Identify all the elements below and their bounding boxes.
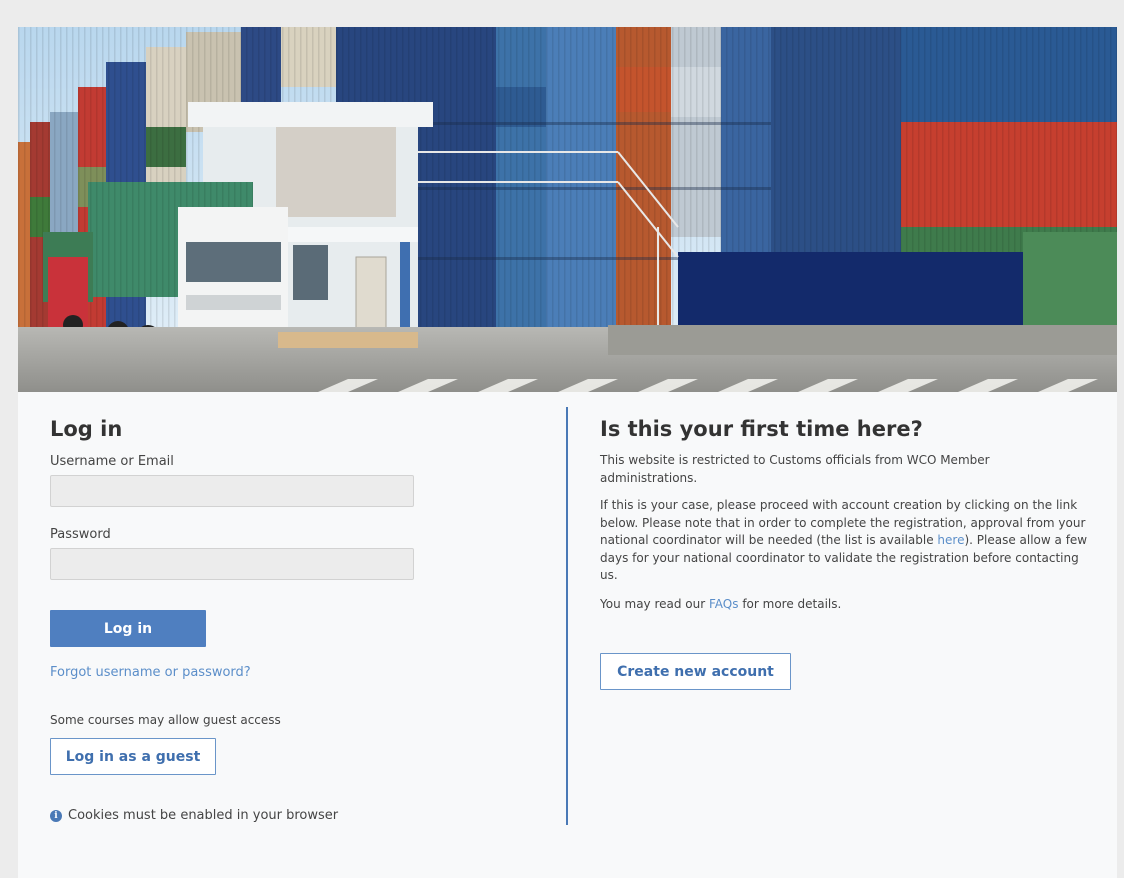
cookies-notice: i Cookies must be enabled in your browser bbox=[50, 808, 338, 823]
signup-heading: Is this your first time here? bbox=[600, 417, 923, 441]
hero-banner-image bbox=[18, 27, 1117, 392]
password-input[interactable] bbox=[50, 548, 414, 580]
faq-text-start: You may read our bbox=[600, 597, 709, 611]
column-divider bbox=[566, 407, 568, 825]
signup-paragraph-faq: You may read our FAQs for more details. bbox=[600, 596, 1095, 614]
forgot-password-link[interactable]: Forgot username or password? bbox=[50, 665, 251, 680]
username-label: Username or Email bbox=[50, 454, 174, 469]
container-yard-illustration bbox=[18, 27, 1117, 392]
guest-access-text: Some courses may allow guest access bbox=[50, 713, 281, 727]
login-button[interactable]: Log in bbox=[50, 610, 206, 647]
password-label: Password bbox=[50, 527, 111, 542]
signup-paragraph-restriction: This website is restricted to Customs of… bbox=[600, 453, 990, 485]
login-heading: Log in bbox=[50, 417, 123, 441]
login-card: Log in Username or Email Password Log in… bbox=[18, 27, 1117, 878]
create-account-button[interactable]: Create new account bbox=[600, 653, 791, 690]
faq-text-end: for more details. bbox=[738, 597, 842, 611]
cookies-text: Cookies must be enabled in your browser bbox=[68, 808, 339, 823]
username-input[interactable] bbox=[50, 475, 414, 507]
signup-paragraph-instructions: If this is your case, please proceed wit… bbox=[600, 497, 1095, 585]
guest-login-button[interactable]: Log in as a guest bbox=[50, 738, 216, 775]
coordinator-list-link[interactable]: here bbox=[937, 533, 964, 547]
faq-link[interactable]: FAQs bbox=[709, 597, 739, 611]
info-icon: i bbox=[50, 810, 62, 822]
